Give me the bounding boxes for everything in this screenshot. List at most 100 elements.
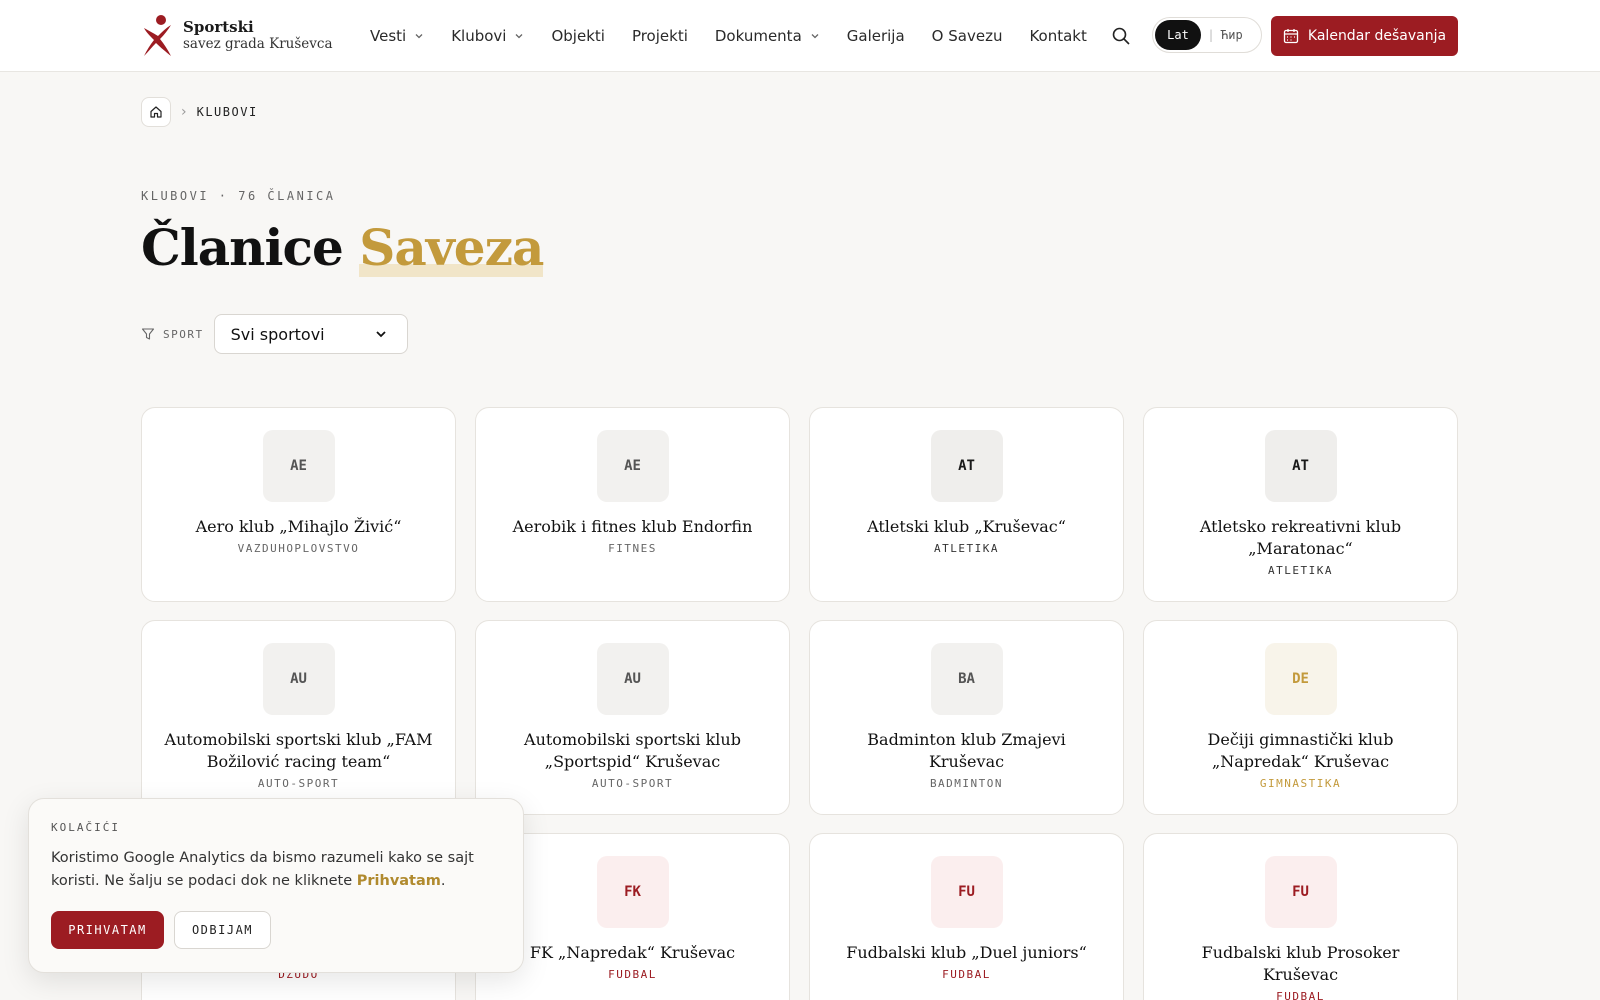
home-icon: [150, 106, 162, 118]
club-initials-badge: FK: [596, 856, 669, 928]
nav-item-dokumenta[interactable]: Dokumenta: [715, 27, 820, 45]
club-sport: VAZDUHOPLOVSTVO: [237, 542, 360, 555]
nav-label: Kontakt: [1029, 27, 1087, 45]
club-initials-badge: BA: [930, 643, 1003, 715]
club-name: Dečiji gimnastički klub „Napredak“ Kruše…: [1207, 730, 1394, 771]
language-toggle: Lat | Ћир: [1152, 17, 1262, 53]
club-card[interactable]: DE Dečiji gimnastički klub „Napredak“ Kru…: [1143, 620, 1458, 815]
nav-label: Klubovi: [451, 27, 507, 45]
chevron-down-icon: [415, 34, 423, 39]
filter-icon: [141, 328, 155, 340]
nav-label: Dokumenta: [714, 27, 802, 45]
sport-select-value: Svi sportovi: [230, 324, 325, 344]
nav-label: Vesti: [370, 27, 407, 45]
lang-latin-option[interactable]: Lat: [1155, 20, 1201, 50]
club-initials-badge: FU: [1264, 856, 1337, 928]
club-card[interactable]: AU Automobilski sportski klub „Sportspid“…: [475, 620, 790, 815]
logo-subtitle: savez grada Kruševca: [183, 36, 333, 52]
club-initials-badge: AE: [596, 430, 669, 502]
club-initials-badge: AU: [596, 643, 669, 715]
club-initials-badge: AT: [930, 430, 1003, 502]
filter-label: SPORT: [163, 327, 204, 341]
breadcrumb-home[interactable]: [141, 97, 171, 127]
main-nav: Vesti Klubovi Objekti Projekti Dokumenta…: [370, 0, 1114, 72]
cookie-title: KOLAČIĆI: [51, 821, 120, 834]
club-name: FK „Napredak“ Kruševac: [529, 943, 736, 962]
nav-item-klubovi[interactable]: Klubovi: [451, 27, 524, 45]
club-name: Automobilski sportski klub „Sportspid“ K…: [524, 730, 741, 771]
section-eyebrow: KLUBOVI · 76 ČLANICA: [141, 189, 336, 203]
breadcrumb-separator: ›: [181, 104, 187, 120]
club-card[interactable]: AE Aero klub „Mihajlo Živić“ VAZDUHOPLOVST…: [141, 407, 456, 602]
club-sport: BADMINTON: [929, 777, 1004, 790]
club-sport: GIMNASTIKA: [1259, 777, 1342, 790]
club-card[interactable]: AU Automobilski sportski klub „FAM Božilo…: [141, 620, 456, 815]
club-sport: FUDBAL: [608, 968, 657, 981]
site-header: Sportski savez grada Kruševca Vesti Klub…: [0, 0, 1600, 72]
page-title-main: Članice: [141, 218, 344, 277]
cookie-decline-button[interactable]: ODBIJAM: [174, 911, 271, 949]
cookie-text: Koristimo Google Analytics da bismo razu…: [51, 847, 501, 893]
club-sport: FUDBAL: [1276, 990, 1325, 1000]
nav-item-vesti[interactable]: Vesti: [370, 27, 424, 45]
nav-item-objekti[interactable]: Objekti: [551, 27, 604, 45]
cookie-text-end: .: [440, 873, 446, 889]
club-sport: AUTO-SPORT: [591, 777, 674, 790]
site-logo[interactable]: Sportski savez grada Kruševca: [141, 14, 333, 58]
lang-divider: |: [1209, 28, 1214, 42]
cookie-banner: KOLAČIĆI Koristimo Google Analytics da b…: [28, 798, 524, 973]
club-initials-badge: AU: [262, 643, 335, 715]
nav-item-projekti[interactable]: Projekti: [632, 27, 688, 45]
sport-select[interactable]: Svi sportovi: [213, 314, 408, 354]
nav-label: Galerija: [846, 27, 905, 45]
club-sport: FITNES: [608, 542, 657, 555]
nav-label: Objekti: [551, 27, 605, 45]
club-name: Fudbalski klub Prosoker Kruševac: [1201, 943, 1400, 984]
nav-item-kontakt[interactable]: Kontakt: [1029, 27, 1086, 45]
chevron-down-icon: [375, 331, 386, 338]
club-initials-badge: FU: [930, 856, 1003, 928]
nav-item-o-savezu[interactable]: O Savezu: [932, 27, 1003, 45]
cookie-actions: PRIHVATAM ODBIJAM: [51, 911, 501, 949]
club-sport: AUTO-SPORT: [257, 777, 340, 790]
calendar-icon: [1283, 29, 1299, 44]
sport-filter: SPORT Svi sportovi: [141, 314, 408, 354]
breadcrumb-current: KLUBOVI: [196, 105, 258, 119]
club-name: Badminton klub Zmajevi Kruševac: [867, 730, 1066, 771]
club-name: Automobilski sportski klub „FAM Božilovi…: [164, 730, 433, 771]
breadcrumb: › KLUBOVI: [141, 97, 258, 127]
club-card[interactable]: AT Atletsko rekreativni klub „Maratonac“ A…: [1143, 407, 1458, 602]
nav-label: O Savezu: [931, 27, 1003, 45]
club-card[interactable]: BA Badminton klub Zmajevi Kruševac BADMINT…: [809, 620, 1124, 815]
club-card[interactable]: AE Aerobik i fitnes klub Endorfin FITNES: [475, 407, 790, 602]
club-name: Fudbalski klub „Duel juniors“: [846, 943, 1087, 962]
chevron-down-icon: [811, 34, 819, 39]
club-initials-badge: DE: [1264, 643, 1337, 715]
chevron-down-icon: [516, 34, 523, 39]
calendar-button[interactable]: Kalendar dešavanja: [1271, 16, 1458, 56]
club-card[interactable]: FU Fudbalski klub Prosoker Kruševac FUDBAL: [1143, 833, 1458, 1000]
page-title: Članice Saveza: [141, 218, 544, 277]
page-title-accent: Saveza: [359, 218, 544, 277]
nav-item-galerija[interactable]: Galerija: [847, 27, 905, 45]
club-sport: ATLETIKA: [934, 542, 999, 555]
cookie-accept-button[interactable]: PRIHVATAM: [51, 911, 164, 949]
calendar-button-label: Kalendar dešavanja: [1307, 28, 1447, 44]
club-initials-badge: AE: [262, 430, 335, 502]
club-name: Atletski klub „Kruševac“: [867, 517, 1066, 536]
club-name: Aerobik i fitnes klub Endorfin: [512, 517, 753, 536]
club-name: Aero klub „Mihajlo Živić“: [195, 517, 402, 536]
lang-cyrillic-option[interactable]: Ћир: [1221, 20, 1243, 50]
logo-title: Sportski: [183, 18, 254, 36]
club-sport: ATLETIKA: [1268, 564, 1333, 577]
club-card[interactable]: FU Fudbalski klub „Duel juniors“ FUDBAL: [809, 833, 1124, 1000]
cookie-accept-link[interactable]: Prihvatam: [357, 873, 441, 889]
logo-text: Sportski savez grada Kruševca: [183, 19, 333, 53]
runner-logo-icon: [144, 15, 171, 56]
club-name: Atletsko rekreativni klub „Maratonac“: [1199, 517, 1402, 558]
search-icon[interactable]: [1111, 26, 1131, 46]
nav-label: Projekti: [631, 27, 688, 45]
club-card[interactable]: AT Atletski klub „Kruševac“ ATLETIKA: [809, 407, 1124, 602]
club-initials-badge: AT: [1264, 430, 1337, 502]
club-sport: FUDBAL: [942, 968, 991, 981]
